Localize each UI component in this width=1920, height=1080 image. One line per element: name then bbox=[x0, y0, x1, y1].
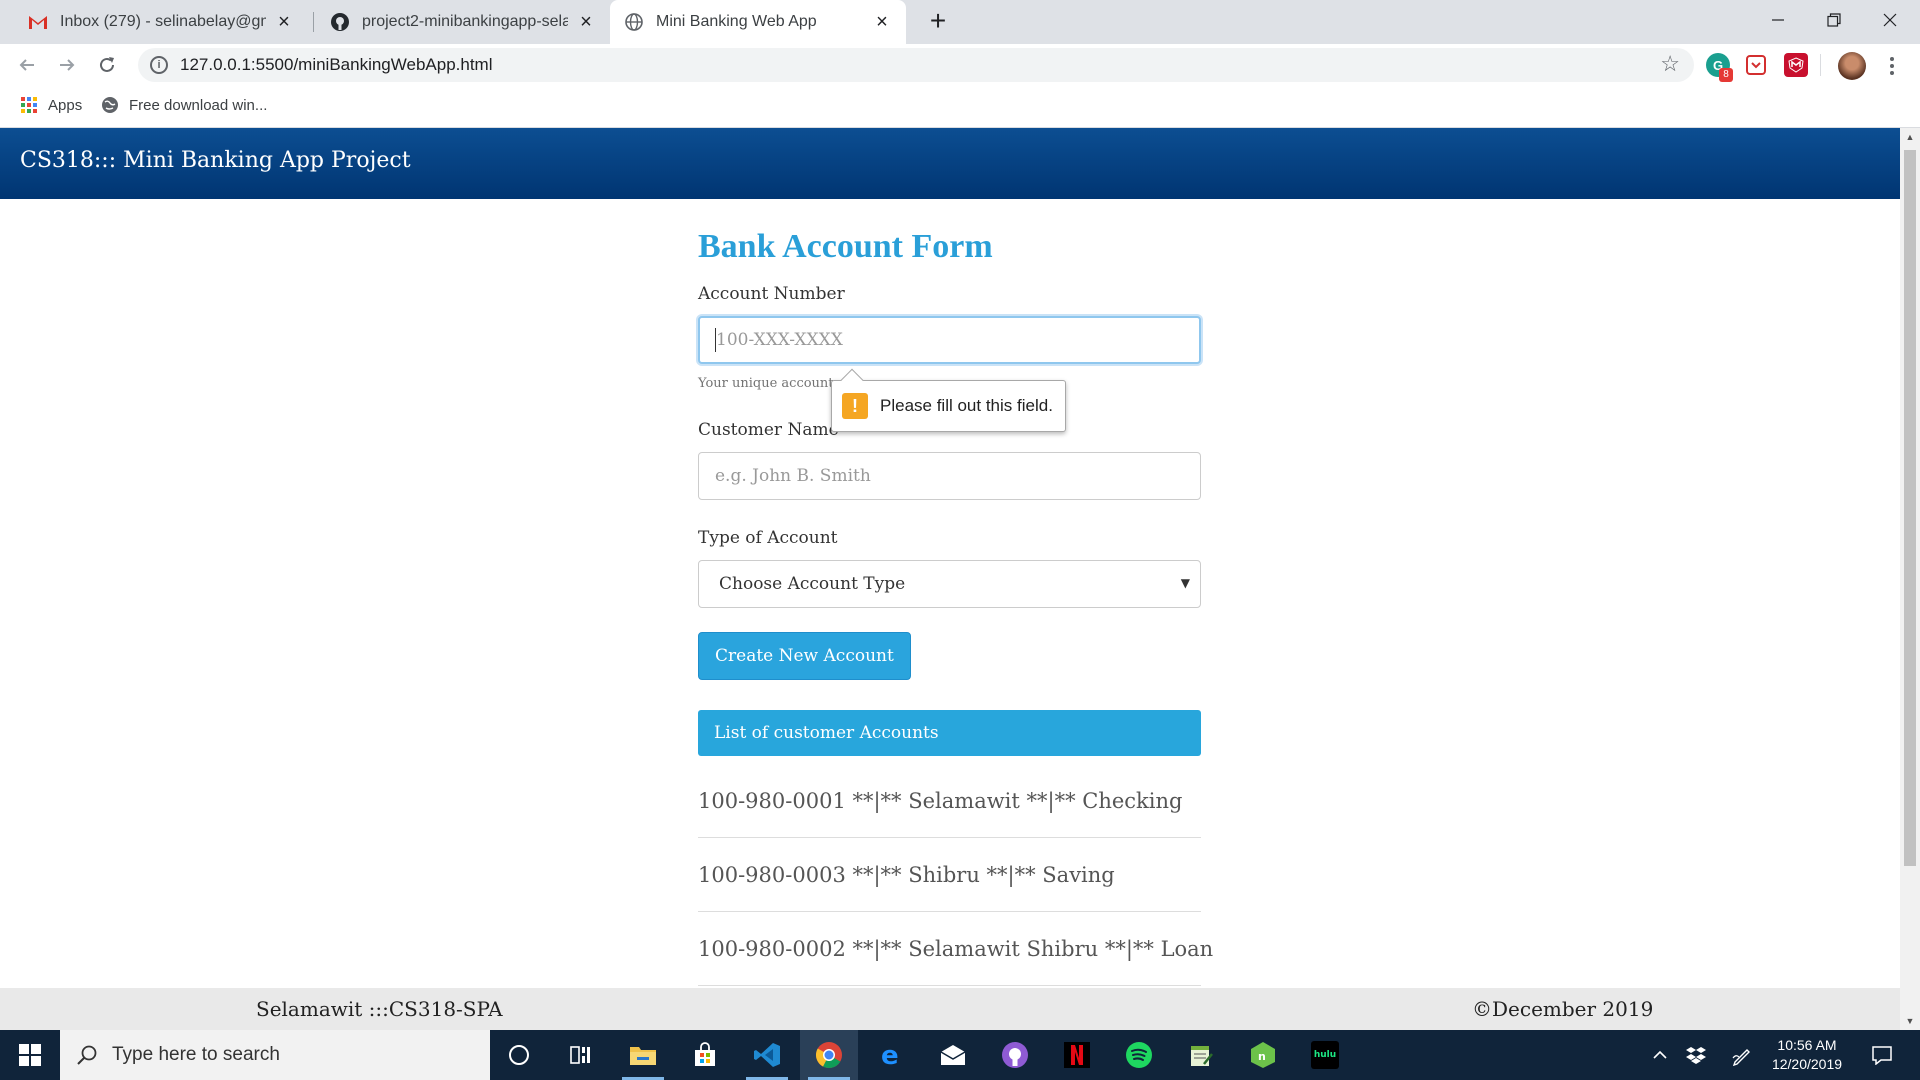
account-list-item[interactable]: 100-980-0003 **|** Shibru **|** Saving bbox=[698, 838, 1201, 912]
pen-workspace-icon[interactable] bbox=[1726, 1030, 1758, 1080]
tab-label: Mini Banking Web App bbox=[656, 13, 817, 30]
cortana-icon[interactable] bbox=[490, 1030, 548, 1080]
account-number-input[interactable] bbox=[698, 316, 1201, 364]
tab-separator bbox=[313, 12, 314, 32]
account-type-selected: Choose Account Type bbox=[719, 574, 906, 594]
show-hidden-icons-chevron-icon[interactable] bbox=[1644, 1030, 1676, 1080]
warning-icon: ! bbox=[842, 393, 868, 419]
accounts-list-header: List of customer Accounts bbox=[698, 710, 1201, 756]
page-scrollbar[interactable]: ▲ ▼ bbox=[1900, 128, 1920, 1030]
tab-label: Inbox (279) - selinabelay@gmail.c bbox=[60, 13, 266, 30]
bookmark-label: Apps bbox=[48, 96, 83, 114]
account-number-label: Account Number bbox=[698, 284, 845, 304]
close-window-icon[interactable] bbox=[1862, 0, 1918, 40]
bookmark-star-icon[interactable]: ☆ bbox=[1660, 51, 1680, 77]
forward-icon[interactable] bbox=[52, 50, 82, 80]
tab-github[interactable]: project2-minibankingapp-selamb × bbox=[316, 0, 610, 44]
extension-mcafee-icon[interactable] bbox=[1784, 53, 1808, 77]
clock-date: 12/20/2019 bbox=[1771, 1056, 1843, 1072]
restore-icon[interactable] bbox=[1806, 0, 1862, 40]
store-icon[interactable] bbox=[676, 1030, 734, 1080]
profile-avatar[interactable] bbox=[1838, 52, 1866, 80]
search-placeholder: Type here to search bbox=[112, 1044, 280, 1065]
form-title: Bank Account Form bbox=[698, 228, 993, 265]
file-explorer-icon[interactable] bbox=[614, 1030, 672, 1080]
account-list-item[interactable]: 100-980-0001 **|** Selamawit **|** Check… bbox=[698, 764, 1201, 838]
validation-tooltip: ! Please fill out this field. bbox=[831, 368, 1066, 432]
account-list-item[interactable]: 100-980-0002 **|** Selamawit Shibru **|*… bbox=[698, 912, 1213, 986]
notifications-icon[interactable] bbox=[1862, 1030, 1902, 1080]
system-clock[interactable]: 10:56 AM 12/20/2019 bbox=[1762, 1036, 1852, 1074]
globe-icon bbox=[624, 12, 644, 32]
vscode-icon[interactable] bbox=[738, 1030, 796, 1080]
address-url[interactable]: 127.0.0.1:5500/miniBankingWebApp.html bbox=[180, 55, 493, 75]
dropdown-caret-icon: ▼ bbox=[1180, 576, 1190, 590]
menu-kebab-icon[interactable] bbox=[1882, 54, 1902, 78]
tooltip-arrow bbox=[840, 368, 864, 392]
task-view-icon[interactable] bbox=[552, 1030, 610, 1080]
scroll-thumb[interactable] bbox=[1904, 150, 1916, 866]
bookmark-free-download[interactable]: Free download win... bbox=[101, 96, 267, 114]
app-header: CS318::: Mini Banking App Project bbox=[0, 128, 1900, 199]
account-type-label: Type of Account bbox=[698, 528, 838, 548]
tab-mini-banking[interactable]: Mini Banking Web App × bbox=[610, 0, 906, 44]
taskbar-search-box[interactable]: Type here to search bbox=[60, 1030, 490, 1080]
create-account-button[interactable]: Create New Account bbox=[698, 632, 911, 680]
windows-taskbar: Type here to search e n hulu 10:56 AM 12… bbox=[0, 1030, 1920, 1080]
clock-time: 10:56 AM bbox=[1777, 1037, 1837, 1053]
close-tab-icon[interactable]: × bbox=[872, 11, 892, 34]
address-bar[interactable]: i 127.0.0.1:5500/miniBankingWebApp.html … bbox=[138, 48, 1694, 82]
footer-left-text: Selamawit :::CS318-SPA bbox=[256, 997, 503, 1021]
toolbar-divider bbox=[1820, 54, 1821, 76]
edge-icon[interactable]: e bbox=[862, 1030, 920, 1080]
mail-icon[interactable] bbox=[924, 1030, 982, 1080]
app-brand[interactable]: CS318::: Mini Banking App Project bbox=[20, 148, 411, 173]
svg-text:e: e bbox=[881, 1042, 899, 1068]
github-desktop-icon[interactable] bbox=[986, 1030, 1044, 1080]
hulu-icon[interactable]: hulu bbox=[1296, 1030, 1354, 1080]
apps-grid-icon bbox=[20, 96, 38, 114]
close-tab-icon[interactable]: × bbox=[274, 11, 294, 34]
netflix-icon[interactable] bbox=[1048, 1030, 1106, 1080]
chrome-icon[interactable] bbox=[800, 1030, 858, 1080]
text-cursor bbox=[715, 328, 716, 352]
extension-badge: 8 bbox=[1719, 68, 1733, 82]
gmail-icon bbox=[28, 12, 48, 32]
nodejs-icon[interactable]: n bbox=[1234, 1030, 1292, 1080]
search-icon bbox=[76, 1044, 98, 1066]
notepad-icon[interactable] bbox=[1172, 1030, 1230, 1080]
scroll-down-icon[interactable]: ▼ bbox=[1900, 1012, 1920, 1030]
minimize-icon[interactable] bbox=[1750, 0, 1806, 40]
app-footer: Selamawit :::CS318-SPA ©December 2019 bbox=[0, 988, 1900, 1030]
svg-text:n: n bbox=[1258, 1050, 1266, 1063]
account-number-help: Your unique account bbox=[698, 376, 834, 391]
spotify-icon[interactable] bbox=[1110, 1030, 1168, 1080]
hulu-logo: hulu bbox=[1311, 1041, 1339, 1069]
bookmark-apps[interactable]: Apps bbox=[20, 96, 82, 114]
browser-toolbar: i 127.0.0.1:5500/miniBankingWebApp.html … bbox=[0, 44, 1920, 86]
dropbox-icon[interactable] bbox=[1680, 1030, 1712, 1080]
tab-gmail[interactable]: Inbox (279) - selinabelay@gmail.c × bbox=[14, 0, 308, 44]
browser-tab-strip: Inbox (279) - selinabelay@gmail.c × proj… bbox=[0, 0, 1920, 44]
customer-name-input[interactable] bbox=[698, 452, 1201, 500]
globe-icon bbox=[101, 96, 119, 114]
customer-name-label: Customer Name bbox=[698, 420, 839, 440]
bookmark-label: Free download win... bbox=[129, 96, 268, 114]
info-icon[interactable]: i bbox=[150, 56, 168, 74]
account-type-select[interactable]: Choose Account Type ▼ bbox=[698, 560, 1201, 608]
validation-message: Please fill out this field. bbox=[880, 396, 1053, 415]
page-viewport: CS318::: Mini Banking App Project Bank A… bbox=[0, 128, 1900, 1030]
new-tab-button[interactable]: + bbox=[922, 6, 954, 38]
scroll-up-icon[interactable]: ▲ bbox=[1900, 128, 1920, 146]
reload-icon[interactable] bbox=[92, 50, 122, 80]
footer-copyright: ©December 2019 bbox=[1472, 997, 1654, 1021]
github-icon bbox=[330, 12, 350, 32]
windows-start-icon[interactable] bbox=[0, 1030, 60, 1080]
back-icon[interactable] bbox=[12, 50, 42, 80]
tab-label: project2-minibankingapp-selamb bbox=[362, 13, 568, 30]
bookmarks-bar: Apps Free download win... bbox=[0, 86, 1920, 128]
close-tab-icon[interactable]: × bbox=[576, 11, 596, 34]
extension-pocket-icon[interactable] bbox=[1746, 55, 1766, 75]
